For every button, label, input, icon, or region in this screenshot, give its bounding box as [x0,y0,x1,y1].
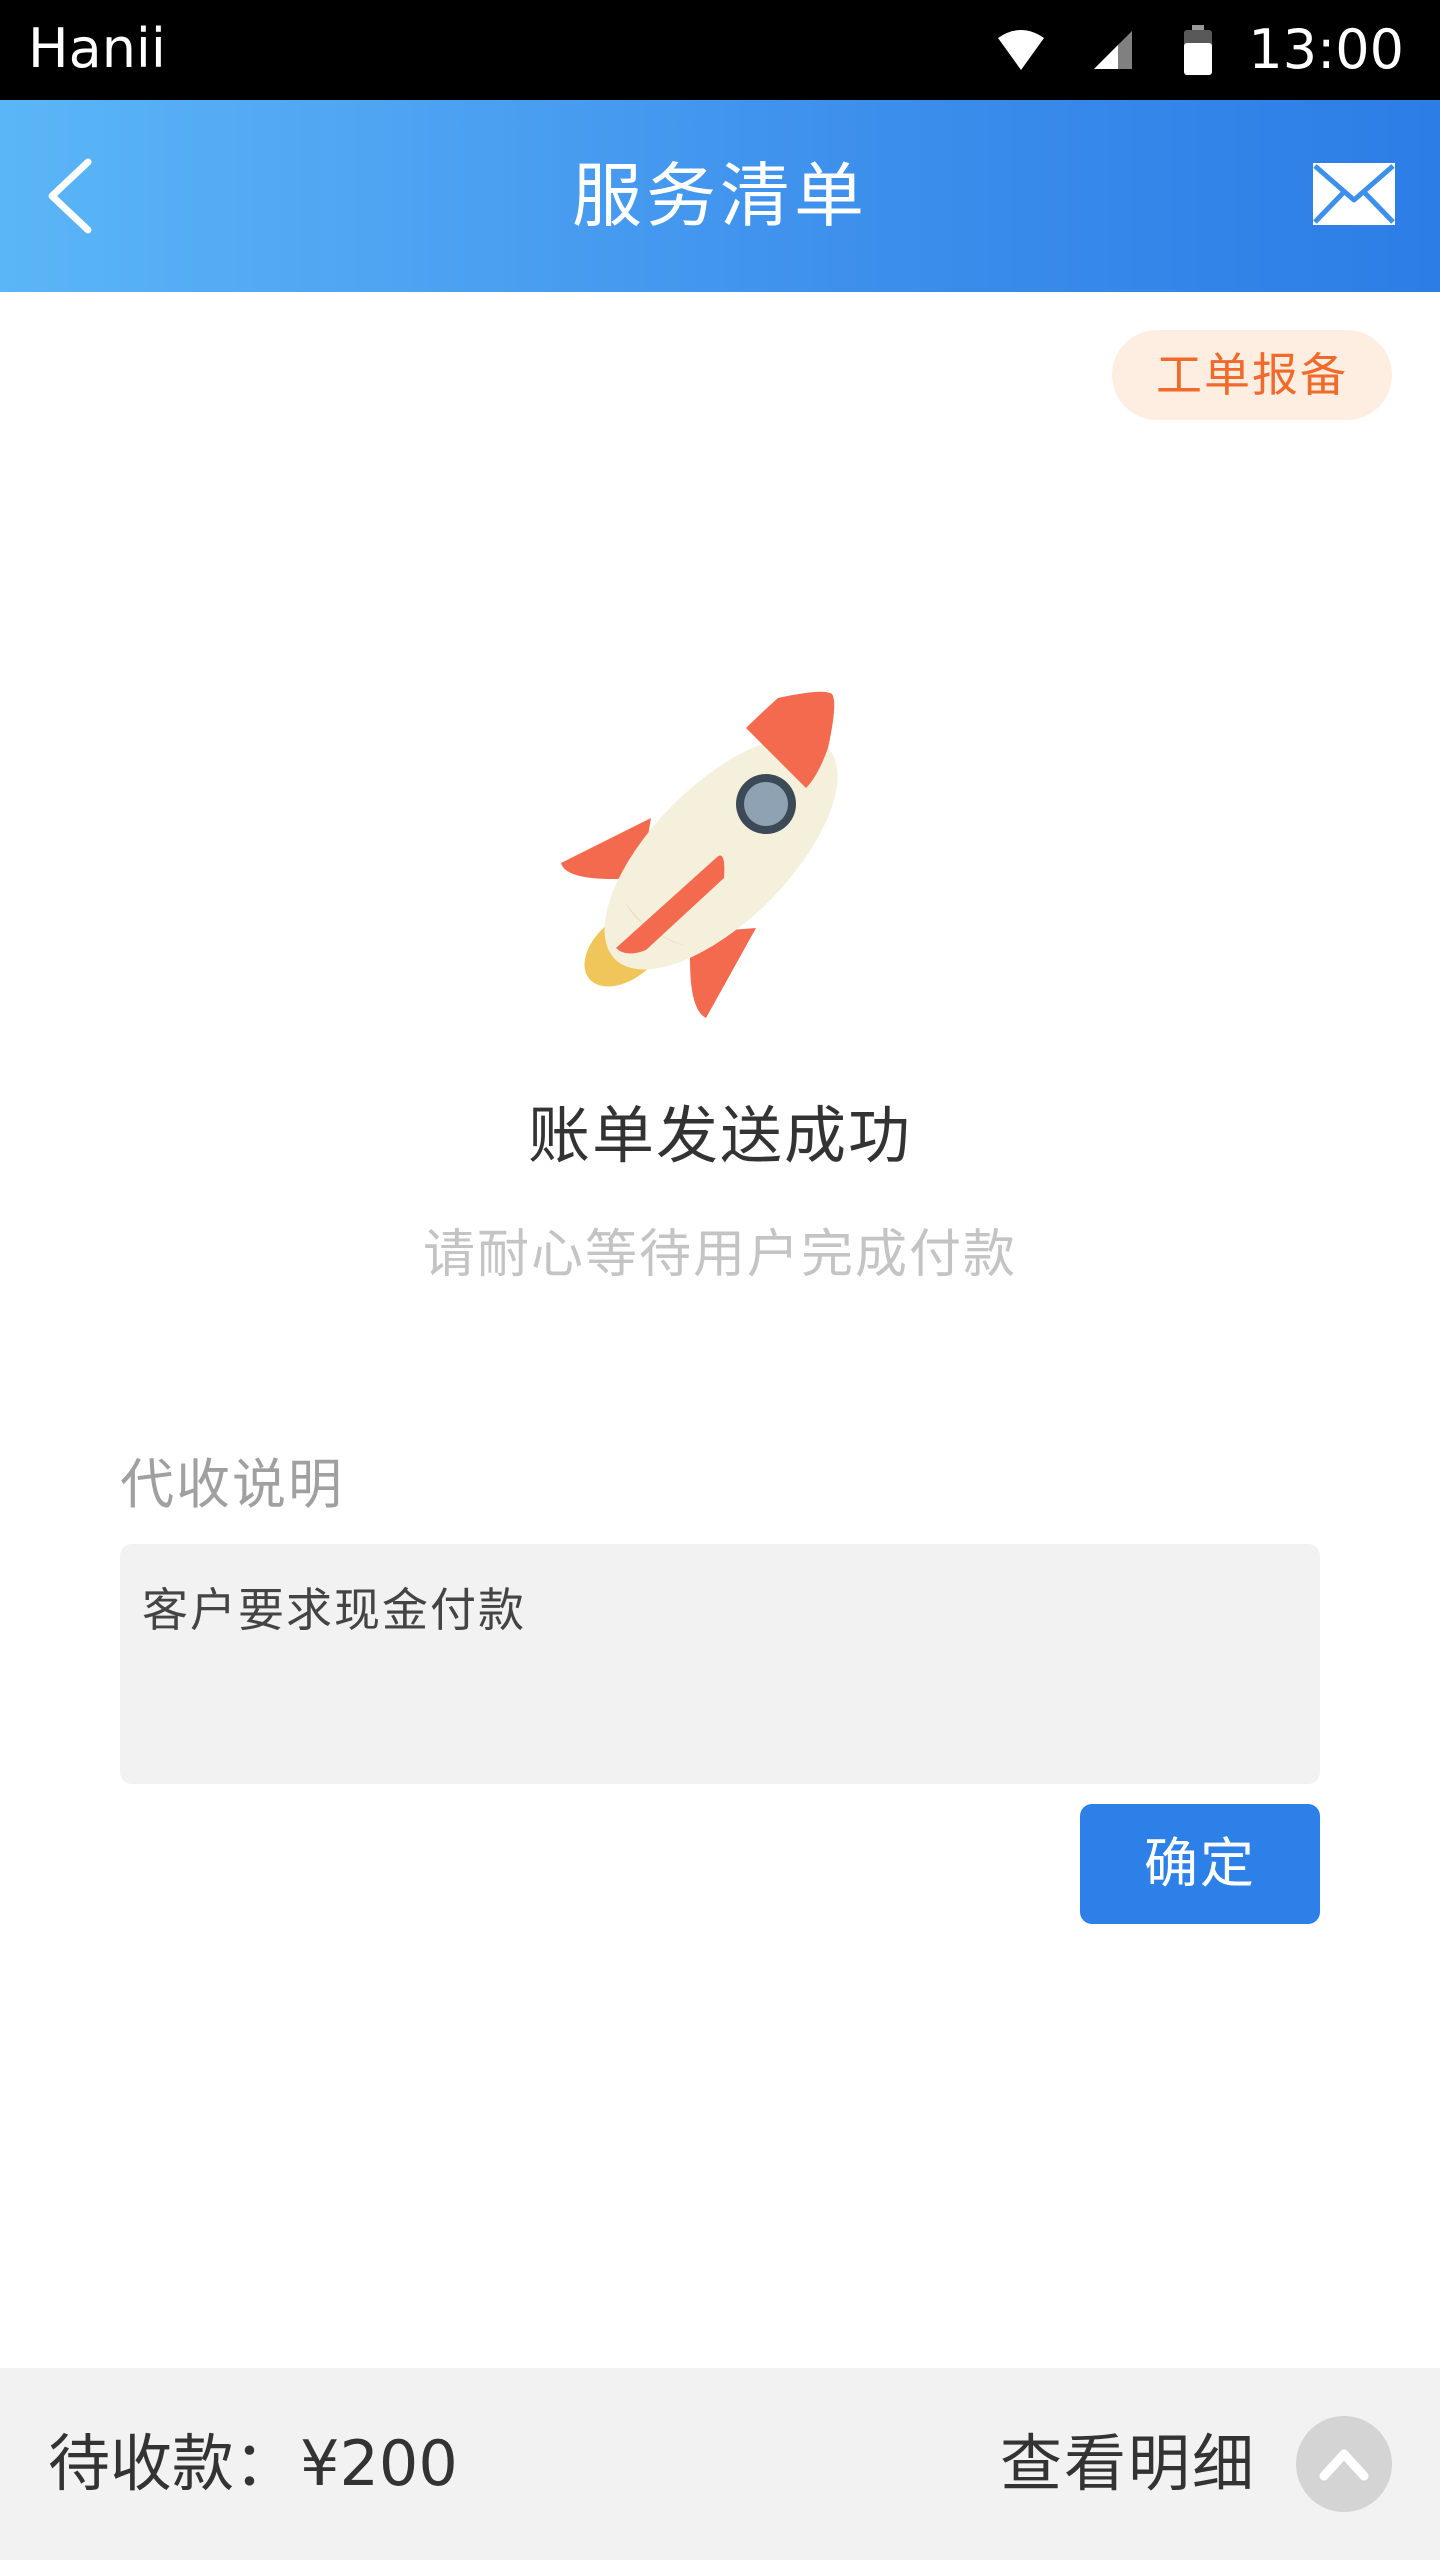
collection-note-input[interactable]: 客户要求现金付款 [120,1544,1320,1784]
chevron-up-icon [1319,2449,1369,2481]
wifi-icon [996,28,1046,72]
status-icons: 13:00 [996,0,1440,100]
battery-icon [1184,25,1213,75]
status-bar: Hanii 13:00 [0,0,1440,100]
rocket-illustration [556,688,886,1018]
app-header: 服务清单 [0,100,1440,292]
back-button[interactable] [36,150,108,242]
status-carrier: Hanii [28,17,166,80]
success-title: 账单发送成功 [527,1099,912,1172]
chevron-left-icon [48,158,92,234]
view-details-button[interactable]: 查看明细 [1000,2368,1256,2560]
pending-payment-amount: ¥200 [300,2427,458,2500]
pending-payment-label: 待收款： [48,2427,297,2500]
collection-note-label: 代收说明 [120,1453,344,1516]
status-time: 13:00 [1248,18,1404,81]
page-title: 服务清单 [572,155,868,237]
mail-icon [1313,163,1395,225]
work-order-report-button[interactable]: 工单报备 [1112,330,1392,420]
confirm-button[interactable]: 确定 [1080,1804,1320,1924]
mail-button[interactable] [1312,162,1396,226]
expand-details-button[interactable] [1296,2416,1392,2512]
success-subtitle: 请耐心等待用户完成付款 [422,1225,1017,1285]
bottom-bar: 待收款： ¥200 查看明细 [0,2368,1440,2560]
signal-icon [1092,29,1134,71]
